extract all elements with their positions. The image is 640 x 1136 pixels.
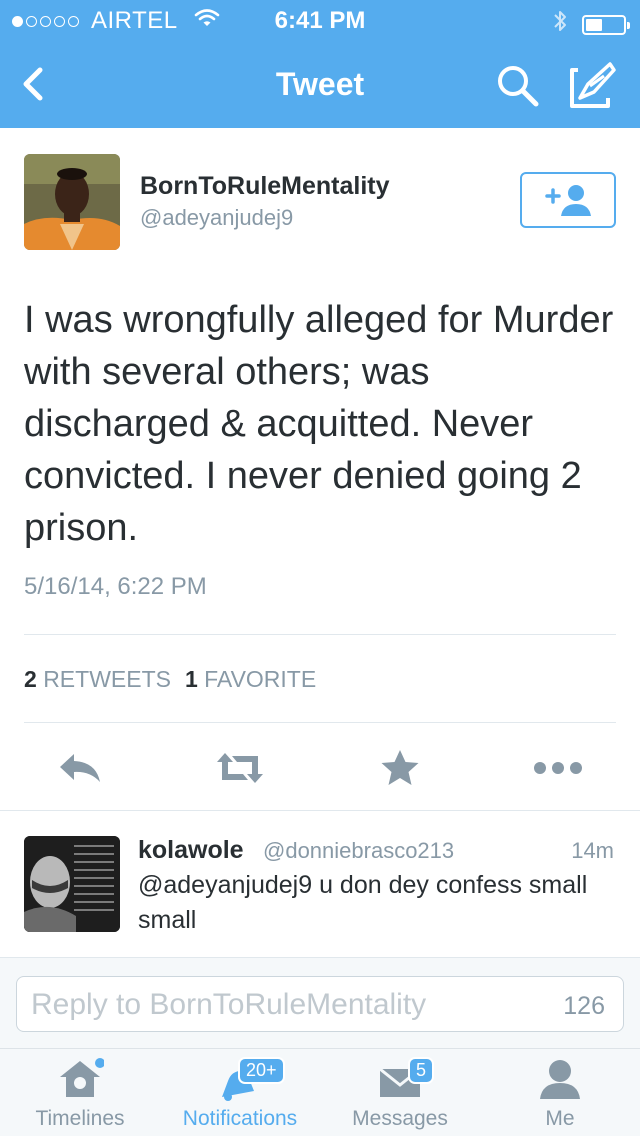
author-name[interactable]: BornToRuleMentality — [140, 172, 390, 201]
compose-button[interactable] — [568, 62, 618, 110]
retweets-stat[interactable]: 2 RETWEETS — [24, 666, 171, 692]
tab-label: Messages — [352, 1107, 448, 1130]
tab-me[interactable]: Me — [480, 1049, 640, 1136]
battery-icon — [582, 14, 630, 35]
tweet-timestamp: 5/16/14, 6:22 PM — [24, 573, 207, 600]
reply-timestamp: 14m — [571, 838, 614, 863]
favorites-stat[interactable]: 1 FAVORITE — [185, 666, 316, 692]
reply-author-handle[interactable]: @donniebrasco213 — [263, 838, 454, 864]
bluetooth-icon — [552, 8, 568, 41]
add-user-icon — [545, 185, 591, 216]
tab-bar: Timelines 20+ Notifications 5 Messages M… — [0, 1048, 640, 1136]
home-icon — [56, 1057, 105, 1101]
tweet-text: I was wrongfully alleged for Murder with… — [24, 299, 614, 549]
more-icon — [534, 762, 582, 774]
reply-input[interactable]: Reply to BornToRuleMentality 126 — [16, 976, 624, 1032]
person-icon — [536, 1057, 584, 1101]
tab-timelines[interactable]: Timelines — [0, 1049, 160, 1136]
retweet-button[interactable] — [212, 746, 268, 790]
page-title: Tweet — [275, 66, 365, 102]
follow-button[interactable] — [520, 172, 616, 228]
retweet-icon — [217, 753, 263, 783]
divider — [24, 722, 616, 723]
more-button[interactable] — [530, 746, 586, 790]
reply-button[interactable] — [52, 746, 108, 790]
status-bar: AIRTEL 6:41 PM — [0, 0, 640, 40]
tab-messages[interactable]: 5 Messages — [320, 1049, 480, 1136]
status-time: 6:41 PM — [274, 7, 366, 34]
tab-notifications[interactable]: 20+ Notifications — [160, 1049, 320, 1136]
retweet-count: 2 — [24, 666, 37, 692]
tab-label: Me — [545, 1107, 575, 1130]
top-bar: AIRTEL 6:41 PM Tweet — [0, 0, 640, 128]
reply-icon — [60, 754, 100, 782]
favorite-count: 1 — [184, 666, 198, 692]
search-button[interactable] — [494, 62, 542, 110]
favorite-label: FAVORITE — [204, 666, 317, 692]
reply-author-name[interactable]: kolawole — [138, 836, 244, 865]
compose-icon — [570, 62, 616, 108]
reply-placeholder: Reply to BornToRuleMentality — [31, 988, 427, 1021]
tweet-stats: 2 RETWEETS 1 FAVORITE — [24, 666, 316, 693]
notifications-badge: 20+ — [238, 1057, 285, 1084]
star-icon — [381, 750, 419, 785]
divider — [24, 634, 616, 635]
tab-label: Notifications — [182, 1107, 298, 1130]
messages-badge: 5 — [408, 1057, 435, 1084]
tab-label: Timelines — [35, 1107, 125, 1130]
character-count: 126 — [563, 992, 605, 1020]
retweet-label: RETWEETS — [43, 666, 171, 692]
favorite-button[interactable] — [372, 746, 428, 790]
reply-avatar[interactable] — [24, 836, 120, 932]
navigation-bar: Tweet — [0, 40, 640, 128]
author-avatar[interactable] — [24, 154, 120, 250]
reply-text: @adeyanjudej9 u don dey confess small sm… — [138, 871, 588, 934]
author-handle[interactable]: @adeyanjudej9 — [140, 205, 293, 231]
search-icon — [498, 66, 539, 107]
